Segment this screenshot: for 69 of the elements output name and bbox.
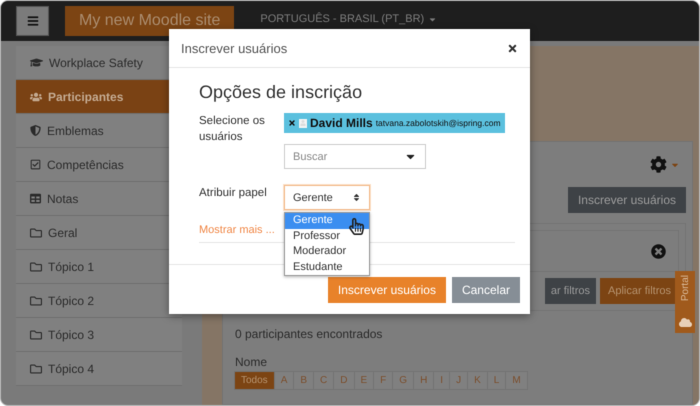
- participants-count: 0 participantes encontrados: [235, 327, 384, 341]
- sidebar-item-label: Geral: [48, 226, 78, 240]
- dialog-button[interactable]: Inscrever usuários: [328, 276, 446, 302]
- letter-filter[interactable]: M: [505, 371, 528, 390]
- menu-button[interactable]: [16, 6, 49, 36]
- dialog-title: Inscrever usuários: [181, 40, 288, 56]
- sidebar-item-label: Workplace Safety: [49, 56, 143, 70]
- field-label: Atribuir papel: [199, 186, 268, 201]
- dialog-heading: Opções de inscrição: [199, 82, 364, 103]
- letter-filter[interactable]: A: [274, 371, 294, 390]
- letter-filter[interactable]: G: [392, 371, 414, 390]
- sidebar-item-label: Notas: [47, 192, 78, 206]
- folder-icon: [30, 294, 42, 306]
- close-button[interactable]: [507, 42, 518, 54]
- role-option[interactable]: Gerente: [285, 213, 369, 228]
- letter-filter[interactable]: I: [433, 371, 450, 390]
- letter-filter[interactable]: K: [467, 371, 488, 390]
- hand-cursor-icon: [348, 218, 365, 235]
- letter-filter[interactable]: B: [293, 371, 314, 390]
- letter-filter[interactable]: E: [354, 371, 374, 390]
- sidebar-item-label: Competências: [47, 158, 124, 172]
- sidebar-item-label: Tópico 2: [48, 294, 94, 308]
- sidebar-item-label: Tópico 3: [48, 328, 94, 342]
- folder-icon: [30, 260, 42, 272]
- letter-filter[interactable]: H: [413, 371, 434, 390]
- role-select[interactable]: Gerente: [284, 185, 370, 210]
- folder-icon: [30, 226, 42, 238]
- sidebar-item[interactable]: Tópico 3: [16, 318, 182, 352]
- graduation-cap-icon: [30, 56, 43, 69]
- user-name: David Mills: [310, 116, 373, 130]
- letter-filter[interactable]: J: [449, 371, 468, 390]
- search-field[interactable]: Buscar: [284, 144, 426, 169]
- menu-icon: [26, 15, 38, 27]
- field-label: Selecione os usuários: [199, 114, 266, 145]
- table-icon: [30, 193, 41, 204]
- site-name-button[interactable]: My new Moodle site: [65, 6, 234, 36]
- sort-arrows-icon: [352, 193, 361, 202]
- letter-filter[interactable]: L: [486, 371, 506, 390]
- folder-icon: [30, 362, 42, 374]
- letter-filter[interactable]: Todos: [234, 371, 275, 390]
- cloud-icon: [678, 316, 692, 329]
- user-email: tatvana.zabolotskih@ispring.com: [376, 118, 501, 128]
- letter-filter[interactable]: D: [333, 371, 354, 390]
- sidebar-item-label: Participantes: [48, 90, 124, 104]
- dialog-button[interactable]: Cancelar: [452, 276, 520, 302]
- language-menu[interactable]: PORTUGUÊS - BRASIL (PT_BR): [260, 13, 438, 25]
- sidebar-item-label: Emblemas: [47, 124, 104, 138]
- sidebar-item-label: Tópico 1: [48, 260, 94, 274]
- sidebar-item[interactable]: Tópico 4: [16, 352, 182, 386]
- enrol-users-button[interactable]: Inscrever usuários: [568, 187, 686, 213]
- avatar-icon: [299, 118, 307, 128]
- role-option[interactable]: Moderador: [285, 244, 369, 260]
- clear-icon[interactable]: [651, 244, 666, 258]
- users-icon: [30, 90, 42, 102]
- checkbox-icon: [30, 159, 41, 170]
- folder-icon: [30, 328, 42, 340]
- shield-icon: [30, 125, 41, 136]
- role-option[interactable]: Estudante: [285, 260, 369, 275]
- filter-button[interactable]: ar filtros: [544, 278, 596, 304]
- letter-filter[interactable]: C: [313, 371, 334, 390]
- portal-tab[interactable]: Portal: [675, 271, 695, 333]
- settings-icon[interactable]: [650, 156, 667, 173]
- selected-user-chip[interactable]: David Mills tatvana.zabolotskih@ispring.com: [284, 113, 505, 133]
- name-filter-label: Nome: [235, 355, 268, 369]
- remove-icon[interactable]: [288, 119, 296, 127]
- letter-filter[interactable]: F: [373, 371, 394, 390]
- sidebar-item[interactable]: Tópico 2: [16, 284, 182, 318]
- sidebar-item-label: Tópico 4: [48, 362, 94, 376]
- role-option[interactable]: Professor: [285, 228, 369, 244]
